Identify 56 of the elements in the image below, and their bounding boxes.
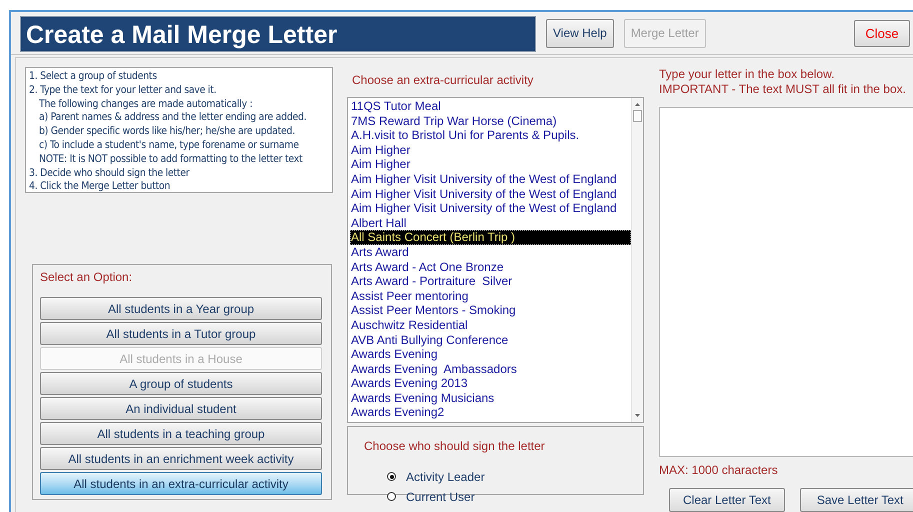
list-item[interactable]: 11QS Tutor Meal xyxy=(350,99,631,114)
list-item[interactable]: Awards Evening Musicians xyxy=(350,390,631,406)
list-item[interactable]: Aim Higher Visit University of the West of England xyxy=(350,201,631,216)
window-title: Create a Mail Merge Letter xyxy=(20,16,536,52)
save-button[interactable]: Save Letter Text xyxy=(800,488,913,512)
list-item[interactable]: Aim Higher xyxy=(350,142,631,158)
list-item[interactable]: 7MS Reward Trip War Horse (Cinema) xyxy=(350,114,631,128)
instruction-text: 2. Type the text for your letter and save it. xyxy=(29,84,218,98)
instruction-text: The following changes are made automatically : xyxy=(38,98,254,112)
option-button[interactable]: All students in a teaching group xyxy=(40,422,322,445)
group-caption: Choose who should sign the letter xyxy=(363,438,546,455)
radio-label[interactable]: Current User xyxy=(406,490,475,504)
list-item[interactable]: Assist Peer mentoring xyxy=(350,288,631,304)
list-item[interactable]: Awards Evening xyxy=(350,347,631,362)
scrollbar[interactable] xyxy=(631,98,643,422)
list-caption: Choose an extra-curricular activity xyxy=(351,72,534,89)
letter-hint: Type your letter in the box below. xyxy=(659,67,836,82)
option-button[interactable]: All students in an enrichment week activity xyxy=(40,447,322,470)
instruction-text: 4. Click the Merge Letter button xyxy=(29,180,172,194)
list-item[interactable]: A.H.visit to Bristol Uni for Parents & Pupils. xyxy=(350,128,631,143)
instruction-text: a) Parent names & address and the letter ending are added. xyxy=(38,111,308,126)
list-item[interactable]: Awards Evening Ambassadors xyxy=(350,362,631,376)
list-item[interactable]: Albert Hall xyxy=(350,216,631,230)
list-item[interactable]: Aim Higher Visit University of the West of England xyxy=(350,186,631,202)
list-item[interactable]: Auschwitz Residential xyxy=(350,318,631,332)
instruction-text: 1. Select a group of students xyxy=(29,70,158,84)
clear-button[interactable]: Clear Letter Text xyxy=(669,488,785,512)
letter-text-field[interactable] xyxy=(659,107,913,457)
close-button[interactable]: Close xyxy=(854,20,910,46)
radio-button[interactable] xyxy=(387,492,396,501)
list-item[interactable]: Awards Evening 2013 xyxy=(350,376,631,391)
list-item[interactable]: Arts Award xyxy=(350,244,631,260)
instruction-text: c) To include a student's name, type forename or surname xyxy=(38,138,300,153)
list-item[interactable]: AVB Anti Bullying Conference xyxy=(350,332,631,348)
list-item[interactable]: Awards Evening2 xyxy=(350,405,631,420)
letter-warning: IMPORTANT - The text MUST all fit in the box. xyxy=(659,82,907,97)
list-item[interactable]: All Saints Concert (Berlin Trip ) xyxy=(350,230,631,245)
instruction-text: b) Gender specific words like his/her; he/she are updated. xyxy=(38,125,296,139)
group-caption: Select an Option: xyxy=(40,270,134,284)
option-button[interactable]: All students in a Year group xyxy=(40,297,322,320)
list-item[interactable]: Assist Peer Mentors - Smoking xyxy=(350,303,631,318)
help-button[interactable]: View Help xyxy=(546,18,614,48)
list-item[interactable]: Arts Award - Act One Bronze xyxy=(350,260,631,274)
list-item[interactable]: Aim Higher Visit University of the West of England xyxy=(350,172,631,187)
instruction-text: 3. Decide who should sign the letter xyxy=(29,166,191,180)
scroll-thumb[interactable] xyxy=(633,110,642,122)
radio-button[interactable] xyxy=(387,472,396,481)
option-button[interactable]: All students in an extra-curricular activity xyxy=(40,472,322,495)
character-limit: MAX: 1000 characters xyxy=(659,463,779,478)
option-button[interactable]: A group of students xyxy=(40,372,322,395)
instruction-text: NOTE: It is NOT possible to add formatting to the letter text xyxy=(38,152,304,167)
radio-label[interactable]: Activity Leader xyxy=(406,470,485,484)
list-item[interactable]: Aim Higher xyxy=(350,157,631,172)
option-button[interactable]: All students in a Tutor group xyxy=(40,322,322,345)
option-button[interactable]: An individual student xyxy=(40,397,322,420)
list-item[interactable]: Arts Award - Portraiture Silver xyxy=(350,274,631,289)
